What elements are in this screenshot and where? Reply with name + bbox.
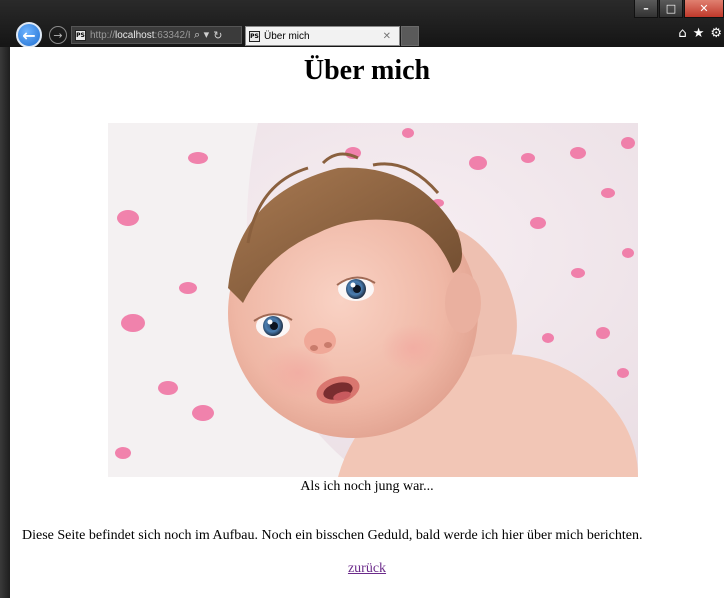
close-window-button[interactable]: ✕ <box>684 0 724 18</box>
back-arrow-icon[interactable]: ← <box>16 22 42 48</box>
star-icon[interactable]: ★ <box>693 26 705 41</box>
close-tab-icon[interactable]: ✕ <box>383 31 391 42</box>
refresh-icon[interactable]: ↻ <box>213 29 222 42</box>
home-icon[interactable]: ⌂ <box>678 26 686 41</box>
forward-arrow-icon[interactable]: → <box>49 26 67 44</box>
tab-ueber-mich[interactable]: PS Über mich ✕ <box>245 26 400 46</box>
back-link-row: zurück <box>10 561 724 577</box>
window-left-edge <box>0 47 10 598</box>
baby-photo-image <box>108 123 638 477</box>
address-bar[interactable]: PS http://localhost:63342/HTML ⌕ ▾ ↻ <box>71 26 242 44</box>
intro-paragraph: Diese Seite befindet sich noch im Aufbau… <box>22 528 643 543</box>
baby-photo <box>108 123 638 477</box>
gear-icon[interactable]: ⚙ <box>710 26 722 41</box>
tab-title: Über mich <box>264 30 310 42</box>
url-text[interactable]: http://localhost:63342/HTML <box>90 30 190 41</box>
new-tab-button[interactable] <box>401 26 419 46</box>
minimize-button[interactable]: – <box>634 0 658 18</box>
maximize-button[interactable]: □ <box>659 0 683 18</box>
browser-chrome: – □ ✕ ← → PS http://localhost:63342/HTML… <box>0 0 724 48</box>
toolbar-right: ⌂ ★ ⚙ <box>678 26 722 41</box>
search-icon[interactable]: ⌕ ▾ <box>194 28 209 42</box>
photo-caption: Als ich noch jung war... <box>300 479 434 494</box>
tab-favicon: PS <box>249 30 260 42</box>
window-controls: – □ ✕ <box>633 0 724 20</box>
site-favicon: PS <box>75 29 86 41</box>
page-viewport: Über mich Als ich noch jung war... Diese… <box>10 47 724 598</box>
page-title: Über mich <box>303 55 431 86</box>
back-link[interactable]: zurück <box>348 561 386 576</box>
